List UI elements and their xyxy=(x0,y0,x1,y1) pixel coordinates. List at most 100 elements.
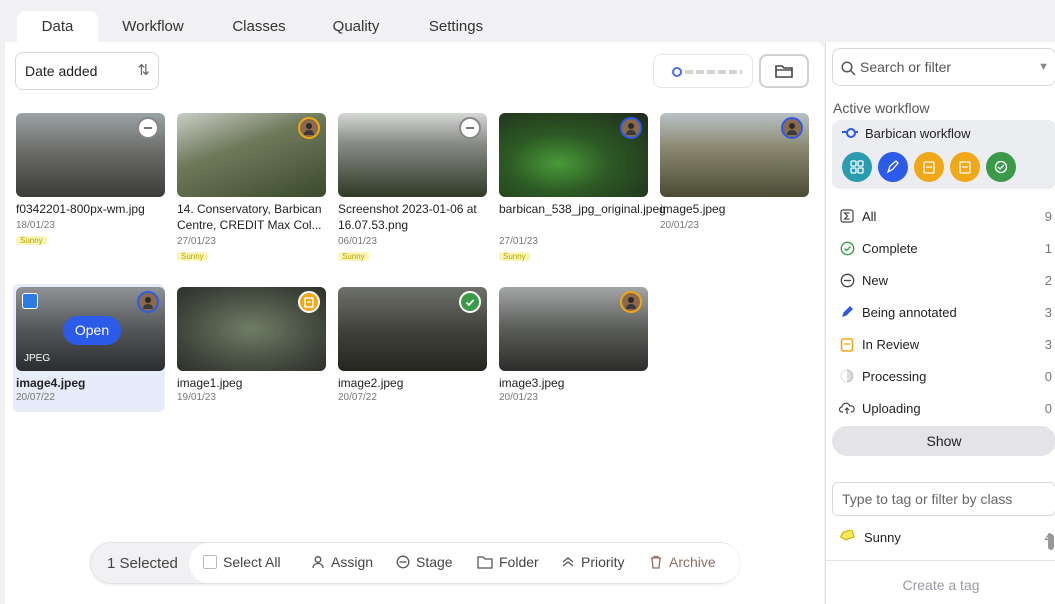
minus-circle-icon xyxy=(839,273,855,288)
tag-item-sunny[interactable]: Sunny 4 xyxy=(840,526,1055,548)
chevrons-up-icon xyxy=(562,557,574,567)
filter-count: 9 xyxy=(1044,208,1052,224)
image-card[interactable]: image1.jpeg 19/01/23 xyxy=(174,284,326,408)
image-name: image5.jpeg xyxy=(660,202,726,216)
sigma-icon xyxy=(839,209,855,223)
minus-circle-icon xyxy=(137,117,159,139)
slider-thumb[interactable] xyxy=(672,67,682,77)
filter-all[interactable]: All 9 xyxy=(839,205,1055,227)
divider xyxy=(826,560,1055,561)
tab-settings[interactable]: Settings xyxy=(416,11,496,42)
image-card-selected[interactable]: Open JPEG image4.jpeg 20/07/22 xyxy=(13,284,165,412)
stage-review-2-icon[interactable] xyxy=(950,152,980,182)
image-card[interactable]: 14. Conservatory, Barbican Centre, CREDI… xyxy=(174,110,326,261)
filter-processing[interactable]: Processing 0 xyxy=(839,365,1055,387)
tag-icon xyxy=(840,530,856,544)
tab-workflow[interactable]: Workflow xyxy=(110,11,196,42)
sort-dropdown[interactable]: Date added ⇅ xyxy=(15,52,159,90)
tag-pill: Sunny xyxy=(499,252,530,261)
assign-button[interactable]: Assign xyxy=(311,554,373,570)
filter-in-review[interactable]: In Review 3 xyxy=(839,333,1055,355)
filter-count: 0 xyxy=(1044,400,1052,416)
image-date: 27/01/23 xyxy=(177,236,216,247)
image-name: image3.jpeg xyxy=(499,376,565,390)
folder-button[interactable]: Folder xyxy=(477,554,539,570)
check-circle-icon xyxy=(459,291,481,313)
image-card[interactable]: image2.jpeg 20/07/22 xyxy=(335,284,487,408)
image-name: image1.jpeg xyxy=(177,376,243,390)
search-placeholder: Search or filter xyxy=(860,59,952,75)
tab-quality[interactable]: Quality xyxy=(320,11,392,42)
pen-icon xyxy=(839,305,855,319)
filter-count: 3 xyxy=(1044,304,1052,320)
main-panel: Date added ⇅ f0342201-800px-wm.jpg 18/01… xyxy=(5,42,824,604)
filter-being-annotated[interactable]: Being annotated 3 xyxy=(839,301,1055,323)
folder-view-button[interactable] xyxy=(759,54,809,88)
archive-label: Archive xyxy=(669,554,716,570)
thumbnail-size-slider[interactable] xyxy=(653,54,753,88)
tag-pill: Sunny xyxy=(16,236,47,245)
tag-filter-input[interactable]: Type to tag or filter by class xyxy=(832,482,1055,516)
stage-review-icon[interactable] xyxy=(914,152,944,182)
stage-complete-icon[interactable] xyxy=(986,152,1016,182)
format-badge: JPEG xyxy=(24,353,51,364)
stage-label: Stage xyxy=(416,554,453,570)
filter-count: 0 xyxy=(1044,368,1052,384)
image-card[interactable]: f0342201-800px-wm.jpg 18/01/23 Sunny xyxy=(13,110,165,245)
selected-count: 1 Selected xyxy=(107,555,178,572)
minus-circle-icon xyxy=(396,555,410,569)
image-card[interactable]: image5.jpeg 20/01/23 xyxy=(657,110,809,234)
workflow-card[interactable]: Barbican workflow xyxy=(832,120,1055,189)
workflow-name: Barbican workflow xyxy=(865,126,971,141)
priority-label: Priority xyxy=(581,554,625,570)
chevron-down-icon[interactable]: ▼ xyxy=(1038,49,1049,85)
create-tag-button[interactable]: Create a tag xyxy=(826,577,1055,593)
image-date: 06/01/23 xyxy=(338,236,377,247)
search-input[interactable]: Search or filter ▼ xyxy=(832,48,1055,86)
archive-button[interactable]: Archive xyxy=(649,554,716,570)
select-all-button[interactable]: Select All xyxy=(203,554,281,570)
open-button[interactable]: Open xyxy=(63,316,121,345)
tab-classes[interactable]: Classes xyxy=(220,11,298,42)
filter-complete[interactable]: Complete 1 xyxy=(839,237,1055,259)
image-name: image4.jpeg xyxy=(16,376,86,390)
check-circle-icon xyxy=(839,241,855,256)
folder-label: Folder xyxy=(499,554,539,570)
select-checkbox[interactable] xyxy=(22,293,38,309)
filter-label: Complete xyxy=(862,240,918,256)
scrollbar[interactable] xyxy=(1048,534,1054,550)
stage-new-icon[interactable] xyxy=(842,152,872,182)
avatar xyxy=(137,291,159,313)
stage-annotate-icon[interactable] xyxy=(878,152,908,182)
image-name: f0342201-800px-wm.jpg xyxy=(16,202,145,216)
clipboard-icon xyxy=(298,291,320,313)
filter-label: New xyxy=(862,272,889,288)
image-card[interactable]: barbican_538_jpg_original.jpeg 27/01/23 … xyxy=(496,110,666,261)
filter-uploading[interactable]: Uploading 0 xyxy=(839,397,1055,419)
filter-label: All xyxy=(862,208,877,224)
show-button[interactable]: Show xyxy=(832,426,1055,456)
trash-icon xyxy=(651,555,661,569)
avatar xyxy=(620,291,642,313)
folder-icon xyxy=(775,65,793,78)
workflow-icon xyxy=(842,128,858,138)
image-name: Screenshot 2023-01-06 at 16.07.53.png xyxy=(338,202,477,232)
image-date: 20/07/22 xyxy=(338,392,377,403)
image-date: 20/07/22 xyxy=(16,392,55,403)
filter-label: In Review xyxy=(862,336,920,352)
assign-label: Assign xyxy=(331,554,374,570)
filter-new[interactable]: New 2 xyxy=(839,269,1055,291)
image-card[interactable]: Screenshot 2023-01-06 at 16.07.53.png 06… xyxy=(335,110,487,261)
image-date: 27/01/23 xyxy=(499,236,538,247)
select-all-label: Select All xyxy=(223,554,281,570)
image-date: 20/01/23 xyxy=(660,220,699,231)
folder-icon xyxy=(477,556,493,569)
stage-button[interactable]: Stage xyxy=(396,554,453,570)
priority-button[interactable]: Priority xyxy=(561,554,625,570)
filter-label: Being annotated xyxy=(862,304,957,320)
image-card[interactable]: image3.jpeg 20/01/23 xyxy=(496,284,648,408)
cloud-upload-icon xyxy=(839,401,855,415)
tab-data[interactable]: Data xyxy=(17,11,98,42)
image-name: image2.jpeg xyxy=(338,376,404,390)
slider-track xyxy=(674,70,742,74)
